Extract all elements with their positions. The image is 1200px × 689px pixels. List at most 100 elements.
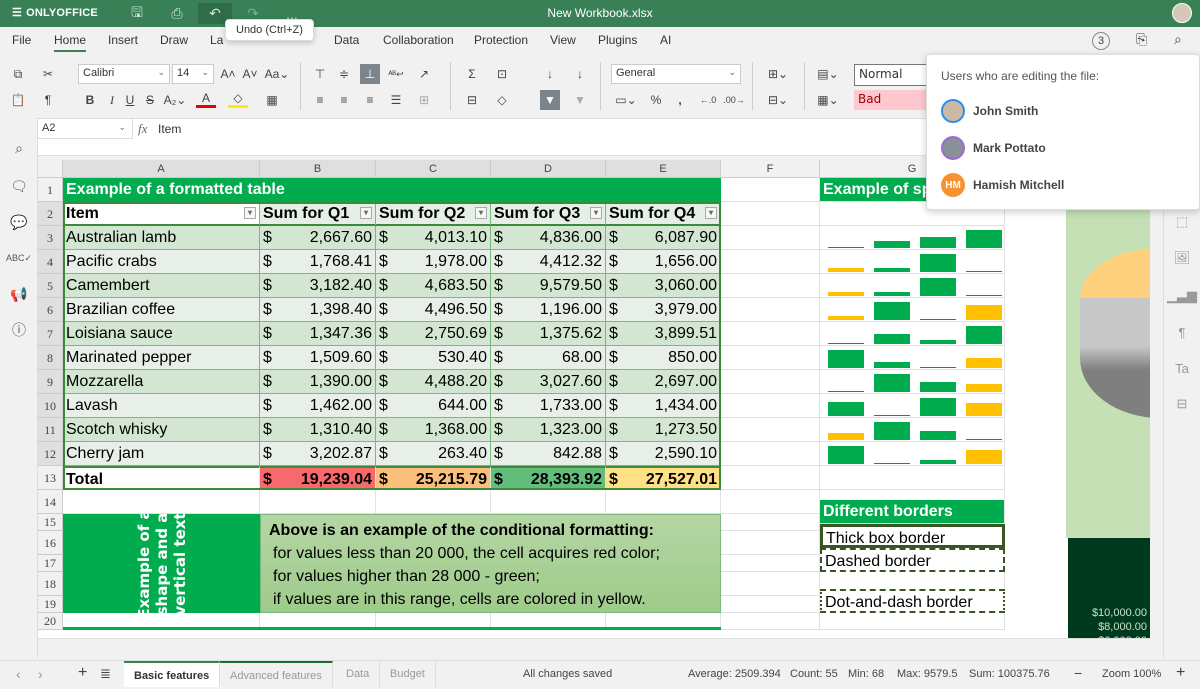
row-header[interactable]: 8 <box>38 346 63 370</box>
tab-protection[interactable]: Protection <box>474 33 528 47</box>
value-cell[interactable]: $6,087.90 <box>606 226 721 250</box>
cell[interactable] <box>721 418 820 442</box>
row-header[interactable]: 17 <box>38 555 63 572</box>
clear-icon[interactable]: ◇ <box>492 90 512 110</box>
coediting-users-icon[interactable]: 3 <box>1092 32 1110 50</box>
item-cell[interactable]: Brazilian coffee <box>63 298 260 322</box>
cell[interactable] <box>63 490 260 514</box>
item-cell[interactable]: Marinated pepper <box>63 346 260 370</box>
row-header[interactable]: 16 <box>38 531 63 555</box>
table-header[interactable]: Sum for Q1 ▾ <box>260 202 376 226</box>
row-header[interactable]: 14 <box>38 490 63 514</box>
copy-icon[interactable]: ⧉ <box>8 64 28 84</box>
total-cell[interactable]: $25,215.79 <box>376 466 491 490</box>
value-cell[interactable]: $1,375.62 <box>491 322 606 346</box>
value-cell[interactable]: $530.40 <box>376 346 491 370</box>
value-cell[interactable]: $263.40 <box>376 442 491 466</box>
sheet-tab-budget[interactable]: Budget <box>380 661 436 687</box>
row-header[interactable]: 6 <box>38 298 63 322</box>
value-cell[interactable]: $1,398.40 <box>260 298 376 322</box>
row-header[interactable]: 19 <box>38 596 63 613</box>
change-case-icon[interactable]: Aa⌄ <box>264 64 290 84</box>
filter-dropdown-icon[interactable]: ▾ <box>705 207 717 219</box>
chart-settings-icon[interactable]: ▁▃▆ <box>1167 286 1197 306</box>
total-cell[interactable]: $27,527.01 <box>606 466 721 490</box>
value-cell[interactable]: $1,273.50 <box>606 418 721 442</box>
format-as-table-icon[interactable]: ▦⌄ <box>814 90 842 110</box>
insert-function-icon[interactable]: ⊟ <box>462 90 482 110</box>
zoom-out-icon[interactable]: − <box>1074 665 1082 681</box>
total-cell[interactable]: $19,239.04 <box>260 466 376 490</box>
value-cell[interactable]: $1,368.00 <box>376 418 491 442</box>
row-header[interactable]: 11 <box>38 418 63 442</box>
item-cell[interactable]: Mozzarella <box>63 370 260 394</box>
cut-icon[interactable]: ✂ <box>38 64 58 84</box>
value-cell[interactable]: $1,310.40 <box>260 418 376 442</box>
borders-icon[interactable]: ▦ <box>262 90 282 110</box>
fill-color-icon[interactable]: ◇ <box>228 90 248 108</box>
autosum-icon[interactable]: Σ <box>462 64 482 84</box>
value-cell[interactable]: $1,347.36 <box>260 322 376 346</box>
value-cell[interactable]: $1,768.41 <box>260 250 376 274</box>
table-header[interactable]: Item ▾ <box>63 202 260 226</box>
bar-chart[interactable]: $10,000.00$8,000.00$6,000.00 <box>1068 538 1150 650</box>
search-icon[interactable]: ⌕ <box>1174 31 1182 48</box>
item-cell[interactable]: Australian lamb <box>63 226 260 250</box>
cell[interactable] <box>606 490 721 514</box>
value-cell[interactable]: $842.88 <box>491 442 606 466</box>
align-top-icon[interactable]: ⊤ <box>310 64 330 84</box>
tab-collaboration[interactable]: Collaboration <box>383 33 454 47</box>
tab-ai[interactable]: AI <box>660 33 671 47</box>
tab-home[interactable]: Home <box>54 33 87 52</box>
column-header[interactable]: D <box>491 160 606 178</box>
value-cell[interactable]: $3,027.60 <box>491 370 606 394</box>
cell[interactable] <box>721 178 820 202</box>
comma-style-icon[interactable]: , <box>670 90 690 110</box>
cell[interactable] <box>721 442 820 466</box>
select-all-corner[interactable] <box>38 160 63 178</box>
column-header[interactable]: C <box>376 160 491 178</box>
cell[interactable] <box>721 322 820 346</box>
value-cell[interactable]: $1,390.00 <box>260 370 376 394</box>
item-cell[interactable]: Cherry jam <box>63 442 260 466</box>
prev-sheet-icon[interactable]: ‹ <box>16 666 21 682</box>
vertical-text-shape[interactable]: Example of a shape and a vertical text <box>63 514 260 613</box>
cell[interactable] <box>721 370 820 394</box>
cell[interactable] <box>721 202 820 226</box>
value-cell[interactable]: $4,412.32 <box>491 250 606 274</box>
dot-dash-border-cell[interactable]: Dot-and-dash border <box>820 589 1005 613</box>
subscript-icon[interactable]: A₂⌄ <box>162 90 188 110</box>
spellcheck-icon[interactable]: ABC✓ <box>6 248 32 268</box>
function-icon[interactable]: fx <box>138 121 147 137</box>
cell[interactable] <box>721 274 820 298</box>
font-size-select[interactable]: 14 ⌄ <box>172 64 214 84</box>
value-cell[interactable]: $1,509.60 <box>260 346 376 370</box>
cell[interactable] <box>721 298 820 322</box>
zoom-in-icon[interactable]: + <box>1176 664 1185 682</box>
value-cell[interactable]: $2,667.60 <box>260 226 376 250</box>
tab-draw[interactable]: Draw <box>160 33 188 47</box>
row-header[interactable]: 15 <box>38 514 63 531</box>
about-icon[interactable]: ⓘ <box>9 320 29 340</box>
increase-decimal-icon[interactable]: .00→ <box>723 90 745 110</box>
row-header[interactable]: 12 <box>38 442 63 466</box>
italic-icon[interactable]: I <box>102 90 122 110</box>
insert-cells-icon[interactable]: ⊞⌄ <box>764 64 792 84</box>
row-header[interactable]: 3 <box>38 226 63 250</box>
cell[interactable] <box>820 613 1005 630</box>
row-header[interactable]: 5 <box>38 274 63 298</box>
value-cell[interactable]: $1,978.00 <box>376 250 491 274</box>
align-bottom-icon[interactable]: ⊥ <box>360 64 380 84</box>
tab-view[interactable]: View <box>550 33 576 47</box>
decrease-font-icon[interactable]: A˅ <box>240 64 260 84</box>
table-header[interactable]: Sum for Q3 ▾ <box>491 202 606 226</box>
row-header[interactable]: 7 <box>38 322 63 346</box>
pivot-settings-icon[interactable]: ⊟ <box>1172 394 1192 414</box>
font-color-icon[interactable]: A <box>196 90 216 108</box>
decrease-decimal-icon[interactable]: ←.0 <box>698 90 718 110</box>
increase-font-icon[interactable]: A˄ <box>218 64 238 84</box>
row-header[interactable]: 9 <box>38 370 63 394</box>
percent-icon[interactable]: % <box>646 90 666 110</box>
value-cell[interactable]: $3,899.51 <box>606 322 721 346</box>
value-cell[interactable]: $2,750.69 <box>376 322 491 346</box>
